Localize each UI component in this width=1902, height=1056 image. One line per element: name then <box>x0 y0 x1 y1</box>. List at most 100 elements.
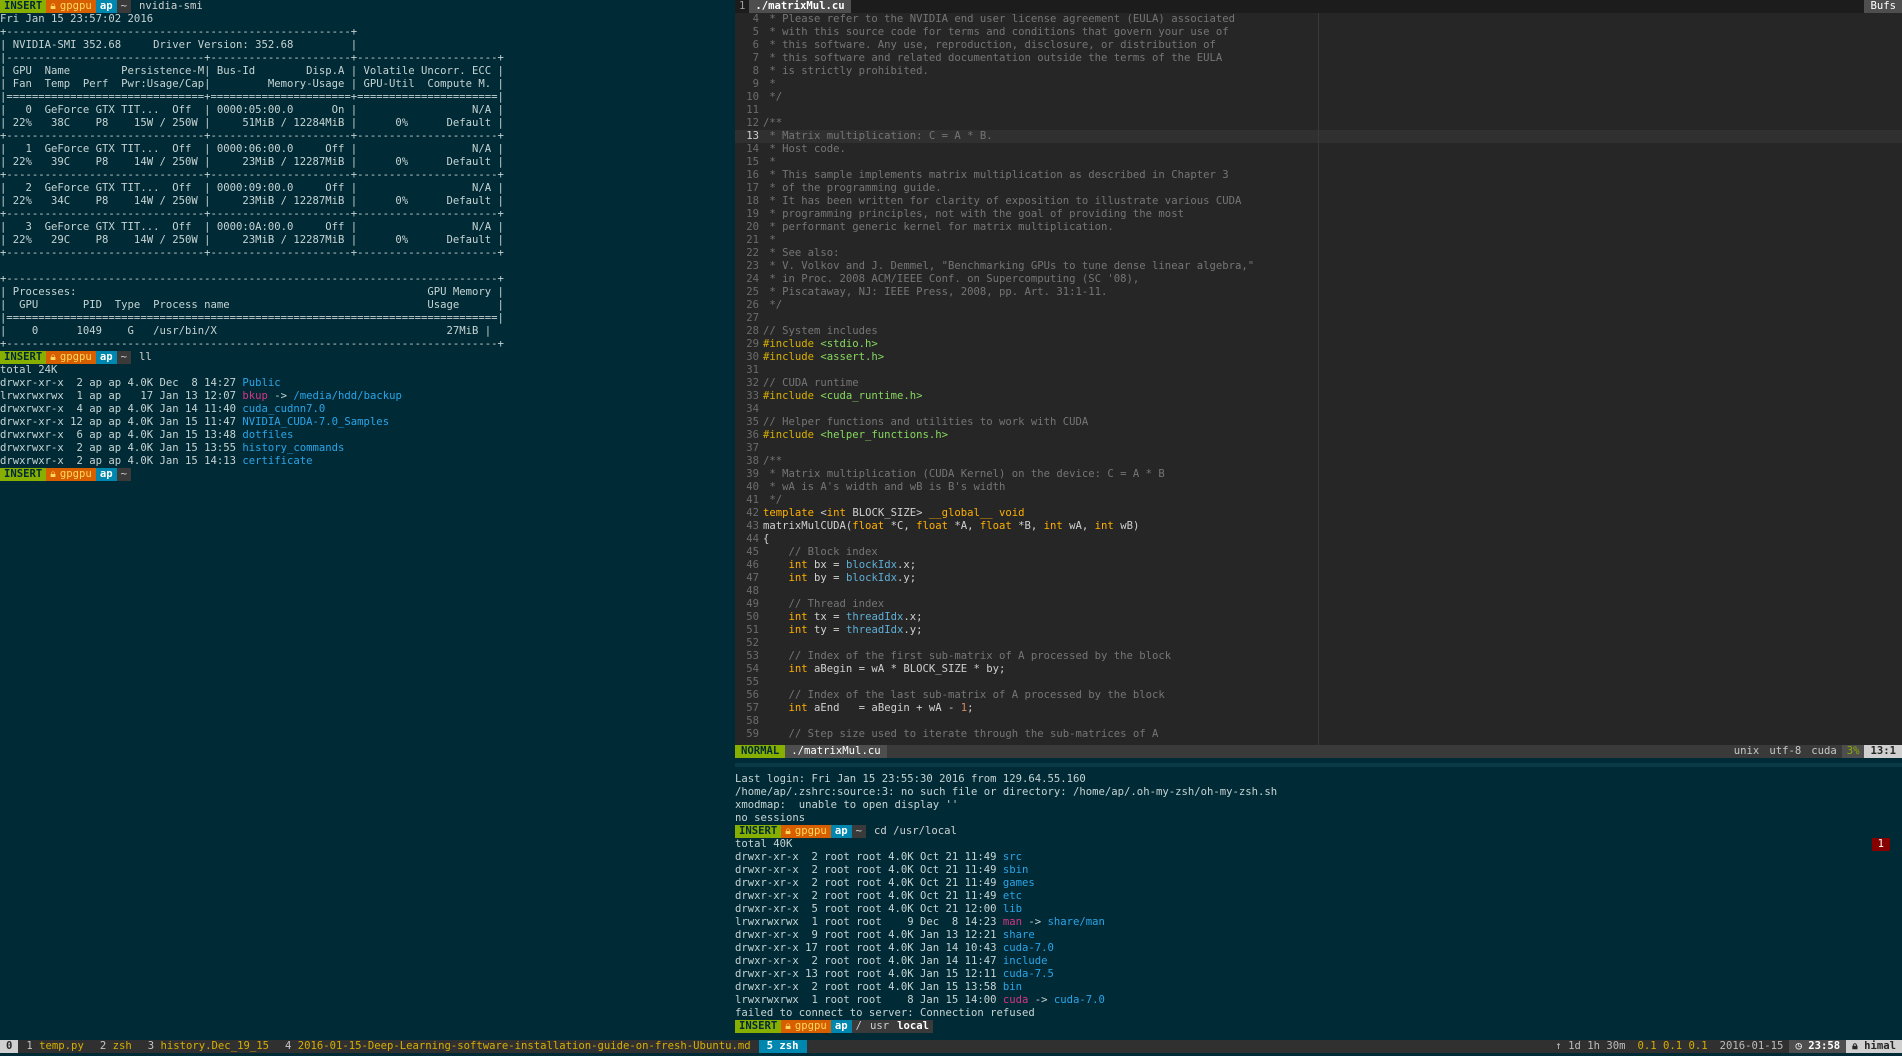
tmux-window-list: 1 temp.py 2 zsh 3 history.Dec_19_15 4 2016-… <box>18 1040 807 1053</box>
smi-line: | 22% 38C P8 15W / 250W | 51MiB / 12284M… <box>0 117 504 129</box>
line-number: 59 <box>746 728 759 740</box>
code-text: * Host code. <box>763 143 846 156</box>
tab-matrixmul[interactable]: ./matrixMul.cu <box>749 0 851 13</box>
tmux-window-4[interactable]: 4 2016-01-15-Deep-Learning-software-inst… <box>277 1040 759 1053</box>
line-number: 41 <box>746 494 759 506</box>
bufs-button[interactable]: Bufs <box>1864 0 1902 13</box>
code-token: // CUDA runtime <box>763 377 859 389</box>
code-text: * in Proc. 2008 ACM/IEEE Conf. on Superc… <box>763 273 1139 286</box>
lock-icon: 🔒︎ <box>1852 1040 1865 1052</box>
line-number: 58 <box>746 715 759 727</box>
shell-prompt[interactable]: INSERT 🔒︎ gpgpu ap / usr local <box>735 1020 1902 1033</box>
smi-line: | 1 GeForce GTX TIT... Off | 0000:06:00.… <box>0 143 504 155</box>
vim-editor-pane[interactable]: 1 ./matrixMul.cu Bufs 4 * Please refer t… <box>735 0 1902 758</box>
code-text: int bx = blockIdx.x; <box>763 559 917 572</box>
line-number: 38 <box>746 455 759 467</box>
code-text: /** <box>763 117 782 130</box>
pane-divider[interactable] <box>735 763 1902 767</box>
prompt-user: ap <box>95 351 117 364</box>
status-file: ./matrixMul.cu <box>785 745 887 758</box>
line-number: 21 <box>746 234 759 246</box>
line-number: 50 <box>746 611 759 623</box>
entry-name: NVIDIA_CUDA-7.0_Samples <box>242 416 390 428</box>
code-token: * this software and related documentatio… <box>763 52 1223 64</box>
list-item: drwxrwxr-x 2 ap ap 4.0K Jan 15 13:55 his… <box>0 442 728 455</box>
list-item: drwxrwxr-x 2 ap ap 4.0K Jan 15 14:13 cer… <box>0 455 728 468</box>
entry-meta: drwxr-xr-x 2 root root 4.0K Oct 21 11:49 <box>735 877 1003 889</box>
prompt-mode: INSERT <box>735 825 782 838</box>
code-token: * is strictly prohibited. <box>763 65 929 77</box>
tmux-window-3[interactable]: 3 history.Dec_19_15 <box>140 1040 277 1053</box>
smi-line: +---------------------------------------… <box>0 273 504 285</box>
right-terminal-pane[interactable]: Last login: Fri Jan 15 23:55:30 2016 fro… <box>735 773 1902 1037</box>
code-token: /** <box>763 455 783 467</box>
code-token: int <box>763 572 808 584</box>
smi-line <box>0 260 728 273</box>
date: 2016-01-15 <box>1719 1040 1784 1052</box>
entry-meta: lrwxrwxrwx 1 ap ap 17 Jan 13 12:07 <box>0 390 243 402</box>
entry-name: share <box>1002 929 1035 941</box>
code-text: * is strictly prohibited. <box>763 65 929 78</box>
list-item: drwxr-xr-x 12 ap ap 4.0K Jan 15 11:47 NV… <box>0 416 728 429</box>
window-name: temp.py <box>39 1040 84 1052</box>
code-token: .y; <box>896 572 917 584</box>
prompt-dir-usr: usr <box>865 1020 894 1033</box>
code-token: #include <box>763 338 821 350</box>
prompt-host: 🔒︎ gpgpu <box>46 0 96 13</box>
code-token: */ <box>763 299 783 311</box>
line-number: 22 <box>746 247 759 259</box>
entry-meta: drwxr-xr-x 13 root root 4.0K Jan 15 12:1… <box>735 968 1003 980</box>
code-token: aEnd = aBegin + wA - <box>807 702 961 714</box>
code-token: int <box>763 702 808 714</box>
code-text: template <int BLOCK_SIZE> __global__ voi… <box>763 507 1025 520</box>
code-token: * in Proc. 2008 ACM/IEEE Conf. on Superc… <box>763 273 1140 285</box>
hostname: 🔒︎ himal <box>1846 1040 1902 1053</box>
left-terminal-pane[interactable]: INSERT 🔒︎ gpgpu ap ~ nvidia-smi Fri Jan 1… <box>0 0 728 1037</box>
error-line: failed to connect to server: Connection … <box>735 1007 1035 1019</box>
smi-line: | NVIDIA-SMI 352.68 Driver Version: 352.… <box>0 39 358 51</box>
entry-name: cuda-7.5 <box>1002 968 1054 980</box>
code-token: aBegin = wA * BLOCK_SIZE * by; <box>807 663 1006 675</box>
code-text: * of the programming guide. <box>763 182 941 195</box>
list-item: drwxr-xr-x 2 root root 4.0K Oct 21 11:49… <box>735 864 1902 877</box>
code-text: // Index of the last sub-matrix of A pro… <box>763 689 1165 702</box>
vim-tabline: 1 ./matrixMul.cu Bufs <box>735 0 1902 13</box>
tmux-session[interactable]: 0 <box>0 1040 19 1053</box>
code-token: int <box>763 559 808 571</box>
code-text: * Matrix multiplication: C = A * B. <box>763 130 992 143</box>
tmux-window-5[interactable]: 5 zsh <box>758 1040 807 1053</box>
line-number: 57 <box>746 702 759 714</box>
window-name: zsh <box>779 1040 799 1052</box>
shell-prompt[interactable]: INSERT 🔒︎ gpgpu ap ~ <box>0 468 728 481</box>
line-number: 55 <box>746 676 759 688</box>
code-token: ; <box>967 702 974 714</box>
code-token: int <box>763 663 808 675</box>
list-item: drwxr-xr-x 5 root root 4.0K Oct 21 12:00… <box>735 903 1902 916</box>
list-item: lrwxrwxrwx 1 root root 8 Jan 15 14:00 cu… <box>735 994 1902 1007</box>
list-item: lrwxrwxrwx 1 root root 9 Dec 8 14:23 man… <box>735 916 1902 929</box>
code-token: int <box>1094 520 1114 532</box>
window-number: 2 <box>99 1040 107 1052</box>
code-text: #include <cuda_runtime.h> <box>763 390 922 403</box>
code-token: * Piscataway, NJ: IEEE Press, 2008, pp. … <box>763 286 1108 298</box>
entry-meta: lrwxrwxrwx 1 root root 8 Jan 15 14:00 <box>735 994 1003 1006</box>
tmux-window-2[interactable]: 2 zsh <box>92 1040 140 1053</box>
code-token: <stdio.h> <box>820 338 878 350</box>
code-token: float <box>979 520 1012 532</box>
editor-buffer[interactable]: 4 * Please refer to the NVIDIA end user … <box>735 13 1902 745</box>
tmux-window-1[interactable]: 1 temp.py <box>18 1040 91 1053</box>
smi-line: +-------------------------------+-------… <box>0 130 504 142</box>
line-number: 37 <box>746 442 759 454</box>
line-number: 20 <box>746 221 759 233</box>
code-text: * See also: <box>763 247 839 260</box>
vim-statusline: NORMAL ./matrixMul.cu unix utf-8 cuda 3%… <box>735 745 1902 758</box>
code-token: #include <box>763 390 821 402</box>
line-number: 48 <box>746 585 759 597</box>
link-arrow: -> <box>1022 916 1048 928</box>
code-token: * performant generic kernel for matrix m… <box>763 221 1114 233</box>
code-text: // Index of the first sub-matrix of A pr… <box>763 650 1172 663</box>
prompt-command: nvidia-smi <box>138 0 203 12</box>
code-token: * programming principles, not with the g… <box>763 208 1184 220</box>
entry-meta: drwxr-xr-x 2 root root 4.0K Oct 21 11:49 <box>735 864 1003 876</box>
line-number: 42 <box>746 507 759 519</box>
